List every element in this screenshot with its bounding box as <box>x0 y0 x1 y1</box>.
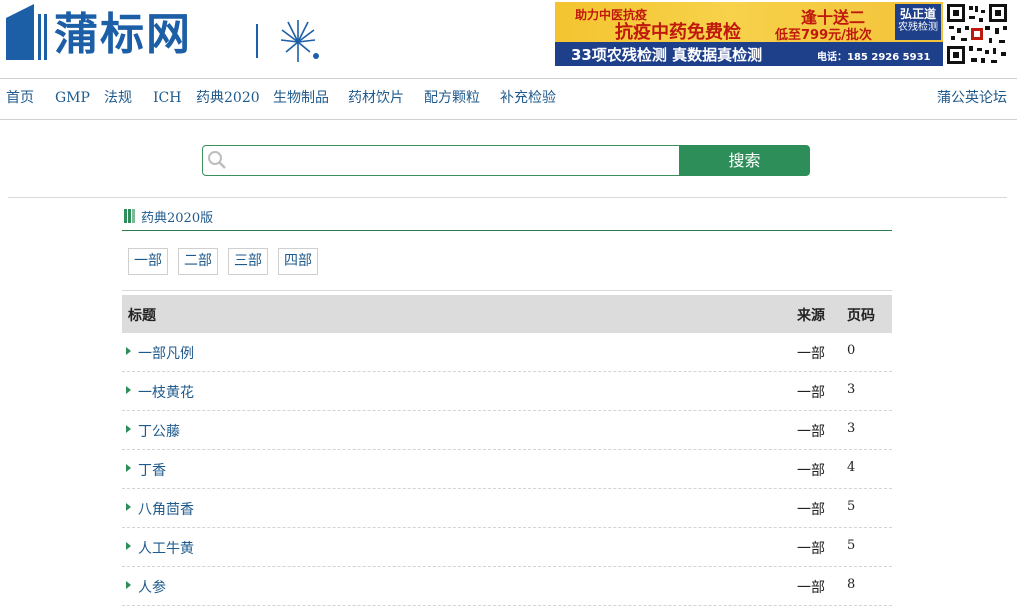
part-button-1[interactable]: 一部 <box>128 248 168 275</box>
nav-item-herbal-slices[interactable]: 药材饮片 <box>348 89 404 107</box>
caret-right-icon <box>126 464 131 472</box>
ad-line-2: 抗疫中药免费检 <box>615 22 741 43</box>
table-header: 标题 来源 页码 <box>122 295 892 333</box>
section-title: 药典2020版 <box>141 211 214 226</box>
ad-phone: 电话：185 2926 5931 <box>817 52 931 63</box>
row-source: 一部 <box>797 541 825 557</box>
row-source: 一部 <box>797 346 825 362</box>
table-row[interactable]: 丁公藤 一部 3 <box>122 411 892 450</box>
row-source: 一部 <box>797 502 825 518</box>
row-title-link[interactable]: 八角茴香 <box>138 499 194 519</box>
row-title-link[interactable]: 人参 <box>138 577 166 597</box>
column-header-title: 标题 <box>128 308 156 324</box>
search-input[interactable] <box>231 149 675 173</box>
search-button[interactable]: 搜索 <box>679 145 810 176</box>
ad-brand-name: 弘正道 <box>899 7 936 21</box>
caret-right-icon <box>126 542 131 550</box>
table-row[interactable]: 一枝黄花 一部 3 <box>122 372 892 411</box>
section-bars-icon <box>124 209 136 223</box>
ad-line-4: 低至799元/批次 <box>775 28 872 43</box>
qr-code-icon <box>945 2 1009 66</box>
part-button-3[interactable]: 三部 <box>228 248 268 275</box>
row-title-link[interactable]: 丁香 <box>138 460 166 480</box>
row-title-link[interactable]: 一枝黄花 <box>138 382 194 402</box>
site-logo[interactable]: 蒲标网 <box>6 4 326 66</box>
logo-mark-icon <box>6 4 48 60</box>
caret-right-icon <box>126 425 131 433</box>
search-icon <box>208 151 226 169</box>
part-button-4[interactable]: 四部 <box>278 248 318 275</box>
row-source: 一部 <box>797 463 825 479</box>
ad-banner[interactable]: 助力中医抗疫 抗疫中药免费检 逢十送二 低至799元/批次 33项农残检测 真数… <box>555 2 943 66</box>
nav-item-regulations[interactable]: 法规 <box>104 89 132 107</box>
logo-text: 蒲标网 <box>54 9 192 60</box>
nav-item-biologics[interactable]: 生物制品 <box>273 89 329 107</box>
table-row[interactable]: 人工牛黄 一部 5 <box>122 528 892 567</box>
row-title-link[interactable]: 一部凡例 <box>138 343 194 363</box>
main-nav: 首页 GMP 法规 ICH 药典2020 生物制品 药材饮片 配方颗粒 补充检验… <box>0 78 1017 120</box>
row-title-link[interactable]: 丁公藤 <box>138 421 180 441</box>
caret-right-icon <box>126 581 131 589</box>
row-page: 3 <box>847 382 856 397</box>
row-source: 一部 <box>797 424 825 440</box>
divider <box>122 290 892 291</box>
caret-right-icon <box>126 347 131 355</box>
column-header-page: 页码 <box>847 308 875 324</box>
nav-item-formula-granules[interactable]: 配方颗粒 <box>424 89 480 107</box>
row-source: 一部 <box>797 580 825 596</box>
ad-bottom-bar: 33项农残检测 真数据真检测 电话：185 2926 5931 <box>555 42 943 66</box>
caret-right-icon <box>126 503 131 511</box>
search-box <box>202 145 680 176</box>
column-header-source: 来源 <box>797 308 825 324</box>
part-button-2[interactable]: 二部 <box>178 248 218 275</box>
ad-brand-badge: 弘正道 农残检测 <box>895 4 941 40</box>
row-page: 8 <box>847 577 856 592</box>
row-page: 5 <box>847 538 856 553</box>
nav-item-pharmacopoeia-2020[interactable]: 药典2020 <box>196 89 260 107</box>
search-bar: 搜索 <box>202 145 810 176</box>
row-page: 4 <box>847 460 856 475</box>
divider <box>8 197 1007 198</box>
table-row[interactable]: 一部凡例 一部 0 <box>122 333 892 372</box>
table-row[interactable]: 人参 一部 8 <box>122 567 892 606</box>
nav-item-gmp[interactable]: GMP <box>55 89 90 107</box>
site-header: 蒲标网 助力中医抗疫 抗疫中药免费检 逢十送二 低至799元/批次 33项农残检… <box>0 0 1017 78</box>
row-page: 3 <box>847 421 856 436</box>
caret-right-icon <box>126 386 131 394</box>
row-page: 5 <box>847 499 856 514</box>
table-row[interactable]: 丁香 一部 4 <box>122 450 892 489</box>
table-row[interactable]: 八角茴香 一部 5 <box>122 489 892 528</box>
dandelion-emblem-icon <box>280 20 319 62</box>
row-source: 一部 <box>797 385 825 401</box>
row-title-link[interactable]: 人工牛黄 <box>138 538 194 558</box>
nav-item-forum[interactable]: 蒲公英论坛 <box>937 89 1007 107</box>
nav-item-ich[interactable]: ICH <box>153 89 181 107</box>
section-header: 药典2020版 <box>122 206 892 231</box>
ad-line-5: 33项农残检测 真数据真检测 <box>571 46 763 64</box>
logo-separator <box>256 24 258 58</box>
ad-brand-sub: 农残检测 <box>898 22 938 33</box>
nav-item-home[interactable]: 首页 <box>6 89 34 107</box>
row-page: 0 <box>847 343 856 358</box>
nav-item-supplementary-testing[interactable]: 补充检验 <box>500 89 556 107</box>
